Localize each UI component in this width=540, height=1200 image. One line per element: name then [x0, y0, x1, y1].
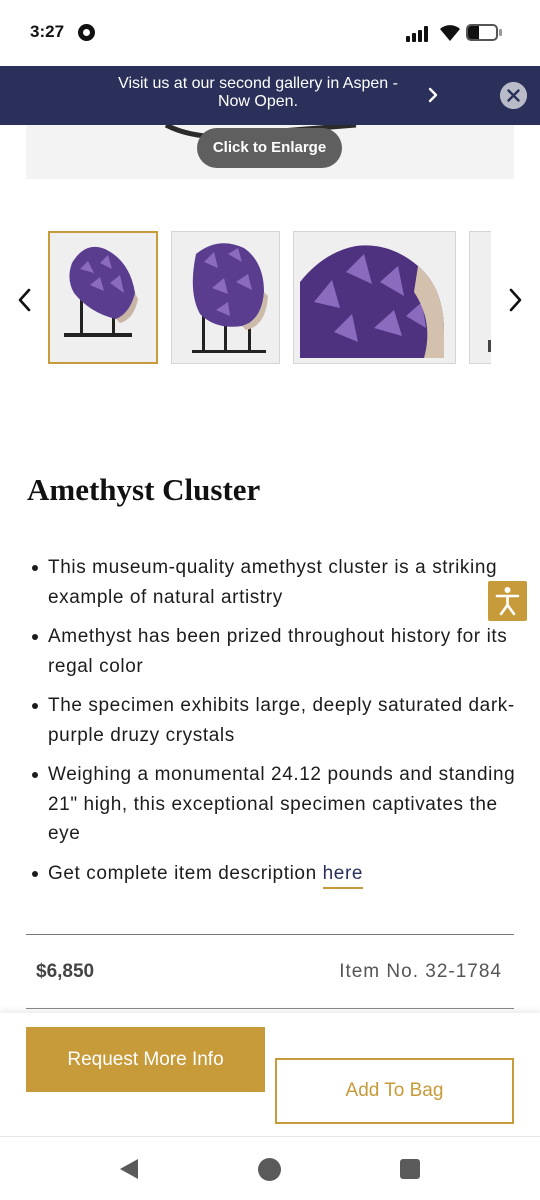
chevron-left-icon[interactable] — [14, 286, 36, 314]
thumbnail-4[interactable] — [469, 231, 491, 364]
battery-cap — [499, 29, 502, 36]
product-price: $6,850 — [36, 961, 95, 982]
signal-icon — [406, 26, 432, 42]
thumbnail-2[interactable] — [171, 231, 280, 364]
wifi-icon — [440, 25, 460, 41]
description-link[interactable]: here — [322, 862, 364, 889]
divider — [26, 934, 514, 935]
chevron-right-icon[interactable] — [422, 82, 444, 108]
chrome-icon — [78, 24, 95, 41]
add-to-bag-button[interactable]: Add To Bag — [275, 1058, 514, 1124]
recent-apps-icon[interactable] — [400, 1159, 420, 1179]
bullet-item: This museum-quality amethyst cluster is … — [30, 553, 520, 612]
request-more-info-button[interactable]: Request More Info — [26, 1027, 265, 1092]
accessibility-icon — [495, 587, 520, 616]
bullet-item: Weighing a monumental 24.12 pounds and s… — [30, 760, 520, 849]
banner-text[interactable]: Visit us at our second gallery in Aspen … — [100, 75, 416, 111]
status-time: 3:27 — [30, 22, 65, 41]
promo-banner[interactable]: Visit us at our second gallery in Aspen … — [0, 66, 540, 125]
status-bar: 3:27 — [0, 0, 540, 66]
bullet-item-description: Get complete item description here — [30, 859, 520, 889]
product-bullets: This museum-quality amethyst cluster is … — [30, 553, 520, 898]
system-nav-bar — [0, 1138, 540, 1200]
home-icon[interactable] — [258, 1158, 281, 1181]
item-number: Item No. 32-1784 — [339, 961, 502, 982]
description-prefix: Get complete item description — [48, 862, 317, 884]
action-bar: Request More Info Add To Bag — [0, 1013, 540, 1137]
thumbnail-1[interactable] — [48, 231, 158, 364]
thumbnail-carousel — [48, 231, 491, 365]
accessibility-button[interactable] — [488, 581, 527, 621]
battery-icon — [466, 24, 498, 41]
close-icon[interactable] — [500, 82, 527, 109]
product-title: Amethyst Cluster — [27, 472, 261, 507]
bullet-item: Amethyst has been prized throughout hist… — [30, 622, 520, 681]
thumbnail-3[interactable] — [293, 231, 456, 364]
back-icon[interactable] — [118, 1158, 140, 1180]
chevron-right-icon[interactable] — [504, 286, 526, 314]
click-to-enlarge-button[interactable]: Click to Enlarge — [197, 128, 342, 168]
bullet-item: The specimen exhibits large, deeply satu… — [30, 691, 520, 750]
divider — [26, 1008, 514, 1009]
battery-level — [468, 26, 480, 39]
